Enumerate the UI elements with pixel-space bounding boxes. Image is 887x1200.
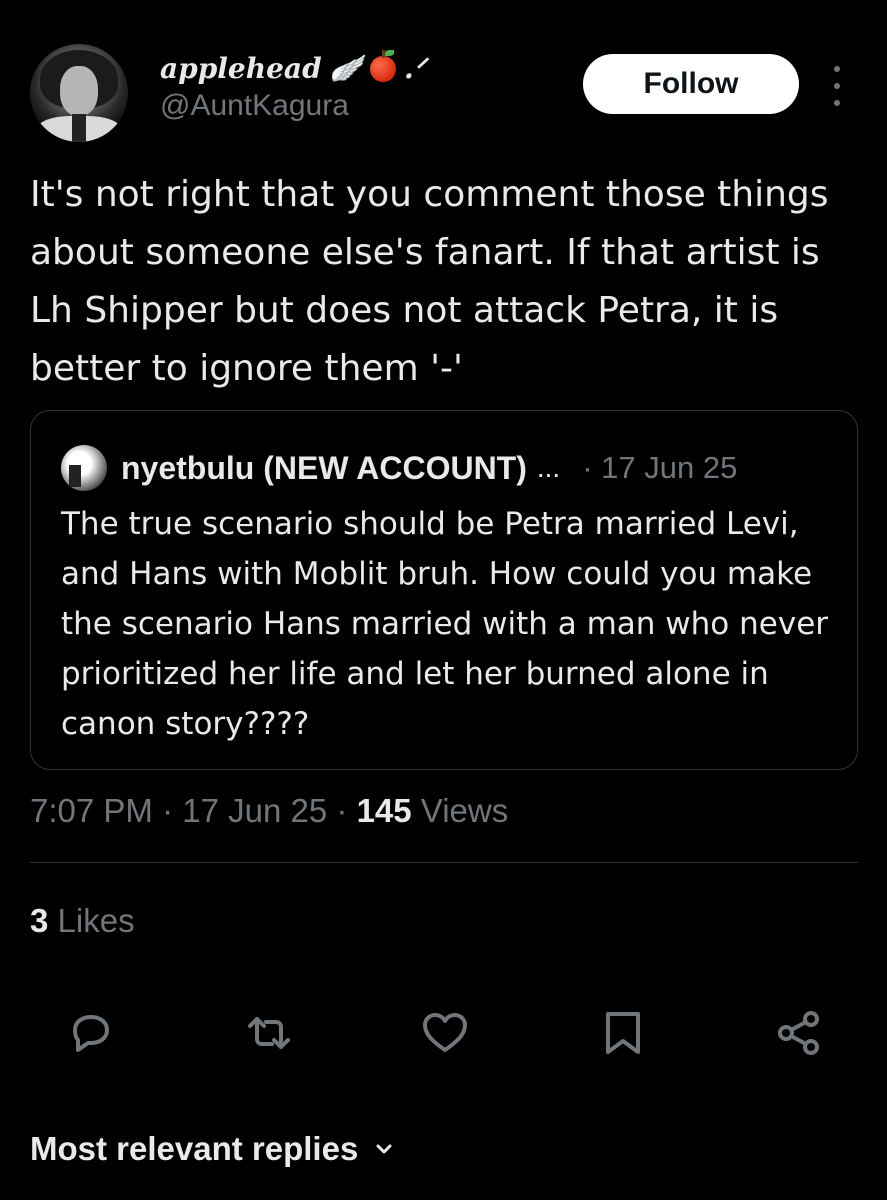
tweet-text: It's not right that you comment those th… bbox=[30, 174, 829, 389]
likes-label: Likes bbox=[57, 902, 135, 939]
reply-icon[interactable] bbox=[66, 1008, 116, 1058]
views-count: 145 bbox=[356, 792, 412, 829]
author-name-text[interactable]: applehead bbox=[160, 52, 322, 85]
tweet-meta: 7:07 PM · 17 Jun 25 · 145 Views bbox=[30, 792, 508, 830]
action-bar bbox=[0, 1008, 887, 1058]
author-name-suffix: .ᐟ bbox=[404, 52, 426, 85]
bookmark-icon[interactable] bbox=[598, 1008, 648, 1058]
like-icon[interactable] bbox=[420, 1008, 470, 1058]
follow-button[interactable]: Follow bbox=[583, 54, 799, 114]
author-display-name[interactable]: applehead 🪽 .ᐟ bbox=[160, 49, 426, 85]
likes-count: 3 bbox=[30, 902, 49, 939]
meta-separator: · bbox=[162, 792, 174, 829]
quoted-name-ellipsis: ... bbox=[536, 452, 561, 483]
views-label: Views bbox=[420, 792, 509, 829]
replies-sort-label: Most relevant replies bbox=[30, 1130, 359, 1167]
author-avatar[interactable] bbox=[30, 44, 128, 142]
quoted-tweet[interactable]: nyetbulu (NEW ACCOUNT) ... · 17 Jun 25 T… bbox=[30, 410, 858, 770]
likes-stat[interactable]: 3 Likes bbox=[30, 902, 135, 940]
tweet-header: applehead 🪽 .ᐟ @AuntKagura Follow bbox=[30, 44, 860, 144]
tweet-time[interactable]: 7:07 PM bbox=[30, 792, 153, 829]
quoted-tweet-text: The true scenario should be Petra marrie… bbox=[61, 506, 829, 742]
apple-icon bbox=[370, 49, 397, 82]
chevron-down-icon bbox=[376, 1144, 392, 1154]
author-handle[interactable]: @AuntKagura bbox=[160, 89, 426, 123]
more-icon[interactable] bbox=[825, 66, 849, 106]
quoted-author-avatar[interactable] bbox=[61, 445, 107, 491]
quoted-author-name: nyetbulu (NEW ACCOUNT) bbox=[121, 449, 527, 486]
meta-separator: · bbox=[336, 792, 348, 829]
share-icon[interactable] bbox=[774, 1008, 824, 1058]
divider bbox=[30, 862, 858, 863]
wing-icon: 🪽 bbox=[329, 53, 363, 84]
retweet-icon[interactable] bbox=[244, 1008, 294, 1058]
tweet-date[interactable]: 17 Jun 25 bbox=[182, 792, 327, 829]
quoted-tweet-date: · 17 Jun 25 bbox=[582, 450, 738, 485]
quoted-tweet-header: nyetbulu (NEW ACCOUNT) ... · 17 Jun 25 bbox=[61, 445, 737, 491]
replies-sort-dropdown[interactable]: Most relevant replies bbox=[30, 1130, 394, 1168]
author-names: applehead 🪽 .ᐟ @AuntKagura bbox=[160, 49, 426, 123]
